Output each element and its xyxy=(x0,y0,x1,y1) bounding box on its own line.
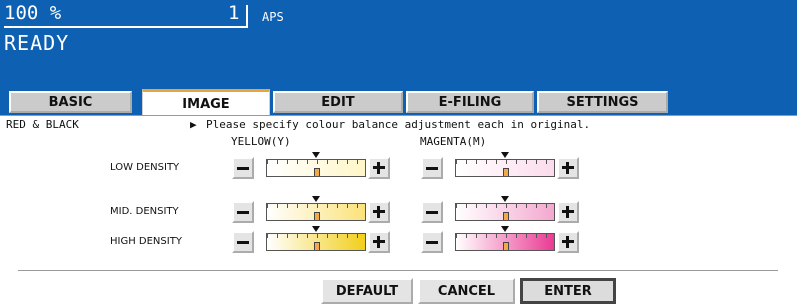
yellow-decrease-button[interactable] xyxy=(232,231,254,253)
minus-icon xyxy=(237,210,249,214)
tab-settings[interactable]: SETTINGS xyxy=(537,91,668,113)
center-pointer-icon xyxy=(312,152,320,158)
yellow-increase-button[interactable] xyxy=(368,231,390,253)
slider-thumb[interactable] xyxy=(503,168,509,176)
yellow-balance-slider[interactable] xyxy=(266,159,366,177)
header-underline xyxy=(4,26,248,28)
slider-ticks xyxy=(456,234,554,238)
copy-count: 1 xyxy=(228,2,240,24)
yellow-increase-button[interactable] xyxy=(368,201,390,223)
magenta-decrease-button[interactable] xyxy=(421,157,443,179)
tab-basic[interactable]: BASIC xyxy=(9,91,132,113)
density-row-label: HIGH DENSITY xyxy=(110,236,182,247)
minus-icon xyxy=(237,166,249,170)
tab-image[interactable]: IMAGE xyxy=(142,89,270,116)
magenta-increase-button[interactable] xyxy=(557,157,579,179)
tab-bar: BASIC IMAGE EDIT E-FILING SETTINGS xyxy=(0,89,797,116)
magenta-decrease-button[interactable] xyxy=(421,201,443,223)
center-pointer-icon xyxy=(501,226,509,232)
slider-thumb[interactable] xyxy=(314,168,320,176)
paper-size: APS xyxy=(262,10,284,24)
minus-icon xyxy=(237,240,249,244)
center-pointer-icon xyxy=(501,196,509,202)
plus-icon xyxy=(562,236,574,248)
yellow-column-header: YELLOW(Y) xyxy=(231,135,291,148)
machine-status: READY xyxy=(4,31,70,55)
magenta-balance-slider[interactable] xyxy=(455,159,555,177)
enter-button[interactable]: ENTER xyxy=(520,278,616,304)
slider-ticks xyxy=(267,204,365,208)
yellow-balance-slider[interactable] xyxy=(266,203,366,221)
yellow-increase-button[interactable] xyxy=(368,157,390,179)
right-triangle-icon: ▶ xyxy=(190,118,197,131)
yellow-decrease-button[interactable] xyxy=(232,157,254,179)
minus-icon xyxy=(426,166,438,170)
slider-ticks xyxy=(456,204,554,208)
bottom-divider xyxy=(18,270,778,271)
yellow-balance-slider[interactable] xyxy=(266,233,366,251)
plus-icon xyxy=(562,162,574,174)
magenta-increase-button[interactable] xyxy=(557,201,579,223)
slider-ticks xyxy=(456,160,554,164)
slider-thumb[interactable] xyxy=(503,212,509,220)
status-header: 100 % 1 APS READY xyxy=(0,0,797,90)
magenta-balance-slider[interactable] xyxy=(455,203,555,221)
magenta-balance-slider[interactable] xyxy=(455,233,555,251)
center-pointer-icon xyxy=(501,152,509,158)
plus-icon xyxy=(373,236,385,248)
magenta-column-header: MAGENTA(M) xyxy=(420,135,487,148)
slider-thumb[interactable] xyxy=(314,212,320,220)
center-pointer-icon xyxy=(312,196,320,202)
slider-thumb[interactable] xyxy=(503,242,509,250)
plus-icon xyxy=(373,206,385,218)
minus-icon xyxy=(426,210,438,214)
zoom-readout: 100 % xyxy=(4,2,62,24)
magenta-decrease-button[interactable] xyxy=(421,231,443,253)
instruction-text: Please specify colour balance adjustment… xyxy=(206,118,591,131)
tab-edit[interactable]: EDIT xyxy=(273,91,403,113)
slider-ticks xyxy=(267,234,365,238)
plus-icon xyxy=(562,206,574,218)
density-row-label: MID. DENSITY xyxy=(110,206,179,217)
slider-thumb[interactable] xyxy=(314,242,320,250)
default-button[interactable]: DEFAULT xyxy=(321,278,413,304)
density-row-label: LOW DENSITY xyxy=(110,162,180,173)
magenta-increase-button[interactable] xyxy=(557,231,579,253)
tab-divider xyxy=(0,115,797,116)
yellow-decrease-button[interactable] xyxy=(232,201,254,223)
center-pointer-icon xyxy=(312,226,320,232)
slider-ticks xyxy=(267,160,365,164)
plus-icon xyxy=(373,162,385,174)
tab-e-filing[interactable]: E-FILING xyxy=(406,91,534,113)
mode-label: RED & BLACK xyxy=(6,118,79,131)
cancel-button[interactable]: CANCEL xyxy=(418,278,515,304)
header-separator xyxy=(246,5,248,27)
minus-icon xyxy=(426,240,438,244)
